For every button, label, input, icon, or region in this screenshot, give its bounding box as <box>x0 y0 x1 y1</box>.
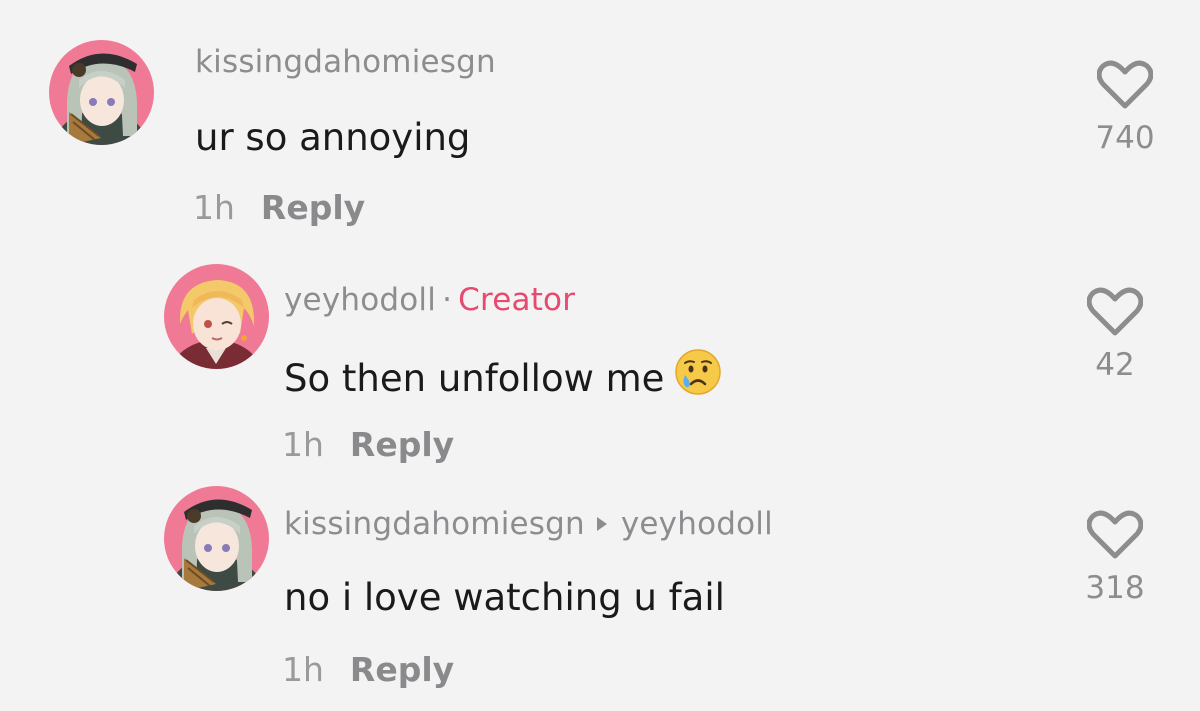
comment-author: yeyhodoll · Creator <box>284 282 575 318</box>
heart-outline-icon[interactable] <box>1086 287 1144 337</box>
like-button[interactable]: 42 <box>1075 287 1155 383</box>
reply-to-username[interactable]: yeyhodoll <box>621 506 773 542</box>
comment-text: ur so annoying <box>195 116 471 159</box>
creator-badge: Creator <box>458 282 576 318</box>
timestamp: 1h <box>193 188 235 227</box>
comment-text: no i love watching u fail <box>284 576 725 619</box>
comment-meta: 1h Reply <box>282 425 454 464</box>
comment-meta: 1h Reply <box>193 188 365 227</box>
like-button[interactable]: 318 <box>1075 510 1155 606</box>
comment-author[interactable]: kissingdahomiesgn <box>195 44 496 80</box>
separator: · <box>442 282 453 318</box>
comment-meta: 1h Reply <box>282 650 454 689</box>
reply-button[interactable]: Reply <box>350 650 454 689</box>
reply-button[interactable]: Reply <box>261 188 365 227</box>
crying-face-emoji <box>674 348 722 405</box>
like-button[interactable]: 740 <box>1085 60 1165 156</box>
comment-thread: kissingdahomiesgn ur so annoying 1h Reply… <box>0 0 1200 711</box>
reply-button[interactable]: Reply <box>350 425 454 464</box>
like-count: 318 <box>1085 570 1145 606</box>
avatar[interactable] <box>164 486 269 591</box>
comment-text-content: So then unfollow me <box>284 357 665 400</box>
comment-author: kissingdahomiesgn yeyhodoll <box>284 506 773 542</box>
avatar[interactable] <box>164 264 269 369</box>
like-count: 42 <box>1095 347 1135 383</box>
play-arrow-icon <box>596 516 607 531</box>
timestamp: 1h <box>282 425 324 464</box>
username[interactable]: kissingdahomiesgn <box>195 44 496 80</box>
avatar[interactable] <box>49 40 154 145</box>
username[interactable]: kissingdahomiesgn <box>284 506 585 542</box>
timestamp: 1h <box>282 650 324 689</box>
heart-outline-icon[interactable] <box>1096 60 1154 110</box>
heart-outline-icon[interactable] <box>1086 510 1144 560</box>
like-count: 740 <box>1095 120 1155 156</box>
comment-text: So then unfollow me <box>284 349 722 409</box>
username[interactable]: yeyhodoll <box>284 282 436 318</box>
